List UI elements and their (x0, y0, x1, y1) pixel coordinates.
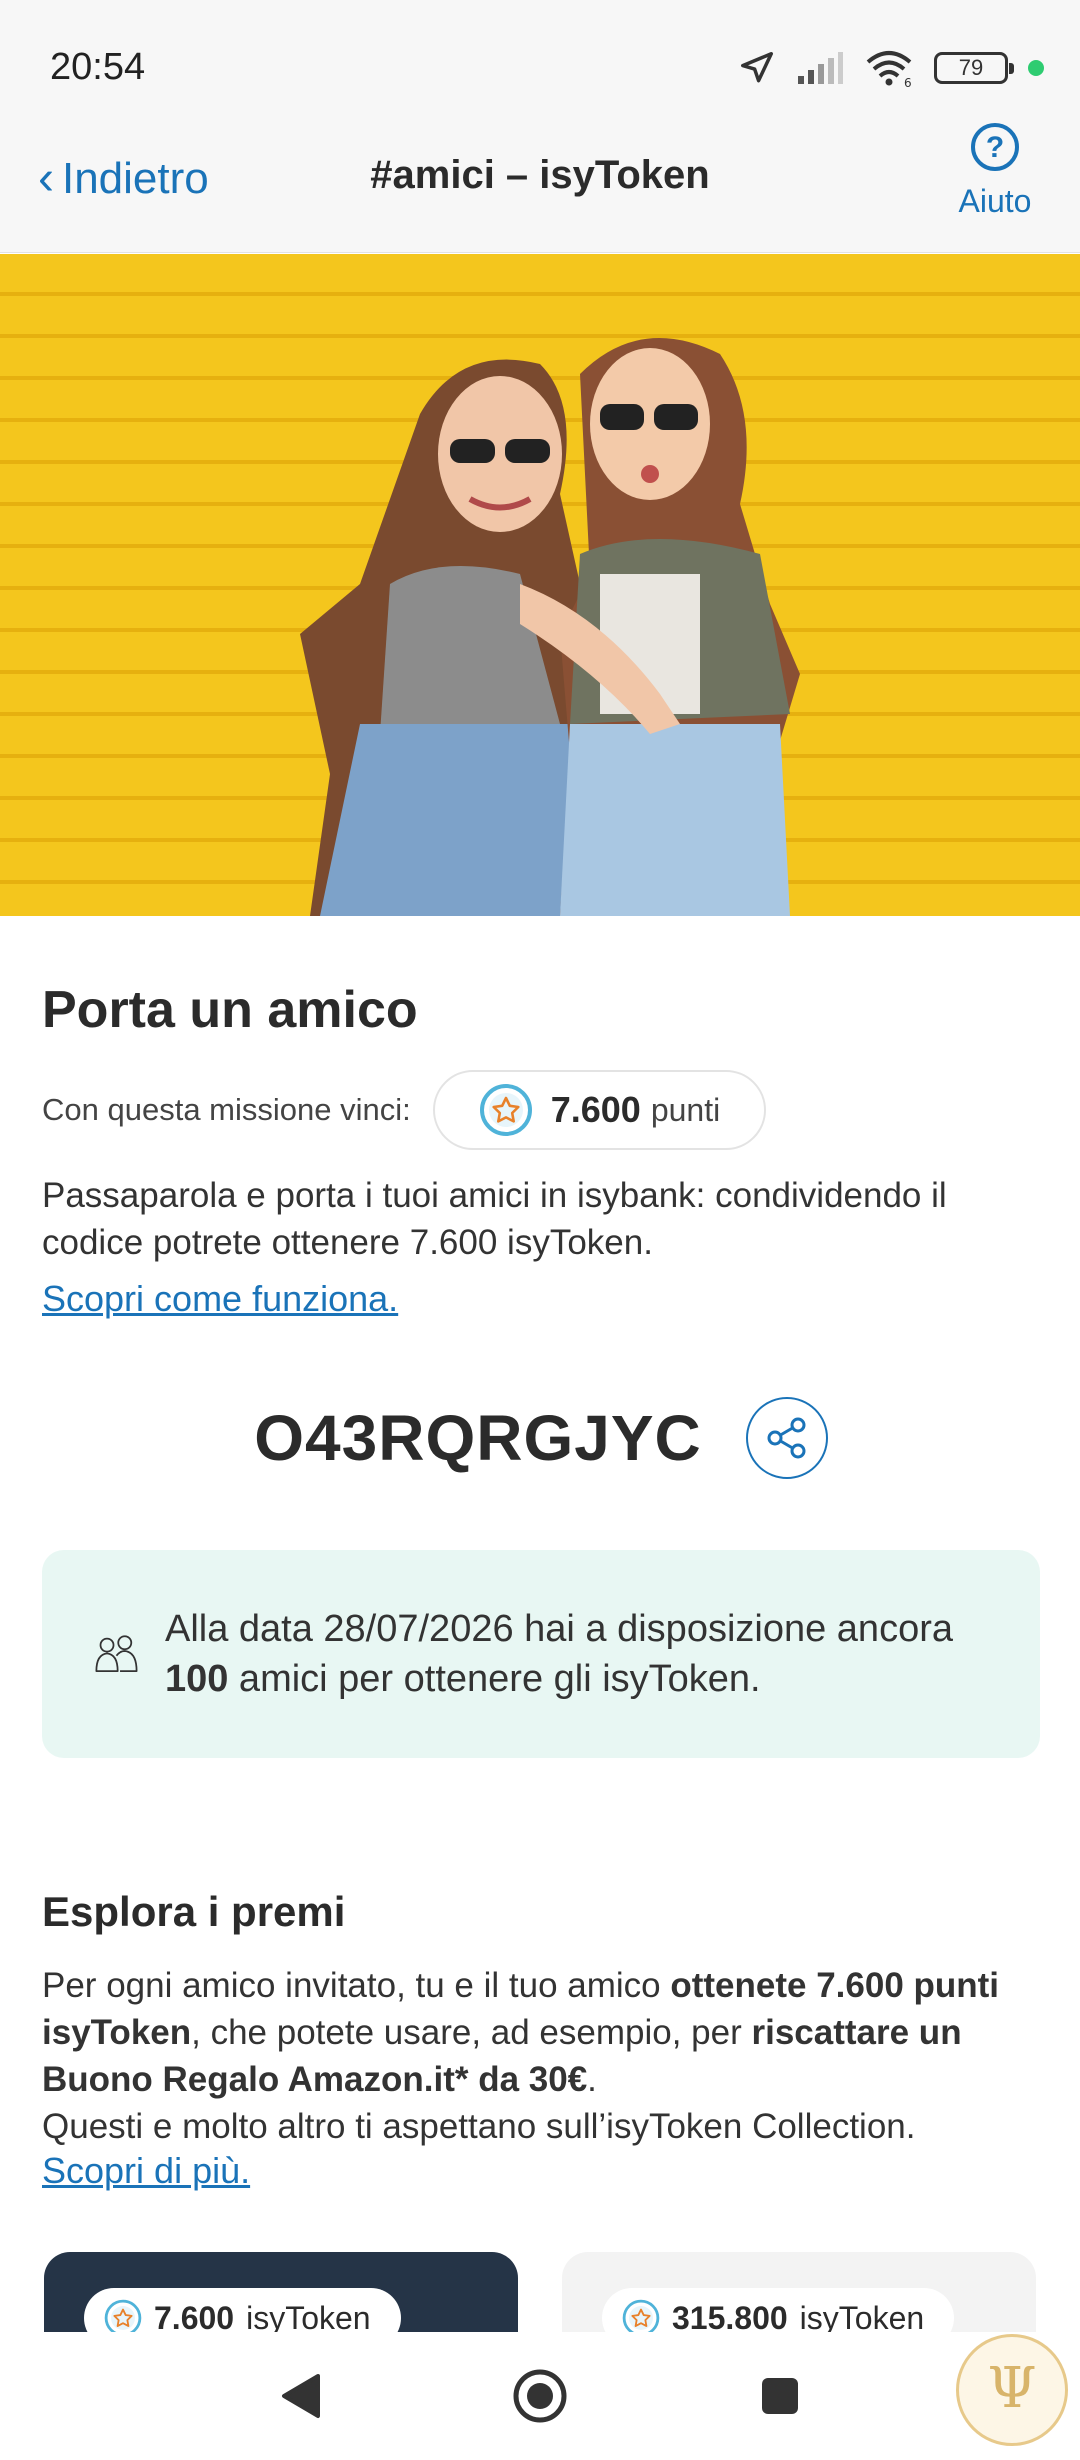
page-title: #amici – isyToken (370, 153, 710, 197)
system-nav-bar: Ψ (0, 2332, 1080, 2460)
signal-icon (798, 52, 843, 84)
share-icon (767, 1417, 806, 1459)
question-icon: ? (971, 123, 1019, 171)
friends-info-card: Alla data 28/07/2026 hai a disposizione … (42, 1550, 1040, 1758)
friends-photo-illustration (300, 338, 800, 916)
location-arrow-icon (741, 52, 773, 83)
battery-indicator: 79 (934, 52, 1014, 84)
rewards-description-block: Per ogni amico invitato, tu e il tuo ami… (42, 1962, 1040, 2192)
points-badge: 7.600 punti (432, 1070, 767, 1150)
referral-code-row: O43RQRGJYC (42, 1397, 1040, 1479)
share-button[interactable] (745, 1397, 828, 1479)
friends-icon (95, 1635, 138, 1673)
nav-recents-button[interactable] (720, 2332, 840, 2460)
status-icons: 6 79 (738, 46, 1044, 90)
privacy-dot (1028, 60, 1044, 76)
discover-more-link[interactable]: Scopri di più. (42, 2150, 250, 2191)
mission-heading: Porta un amico (42, 981, 418, 1039)
circle-home-icon (513, 2369, 567, 2423)
how-it-works-link[interactable]: Scopri come funziona. (42, 1278, 398, 1319)
status-bar: 20:54 6 79 (0, 0, 1080, 135)
isytoken-star-icon (479, 1084, 532, 1136)
psi-watermark-icon: Ψ (956, 2334, 1068, 2446)
points-unit: punti (650, 1091, 721, 1128)
help-label: Aiuto (958, 183, 1032, 219)
mission-reward-row: Con questa missione vinci: 7.600 punti (42, 1070, 1040, 1150)
hero-image (0, 254, 1080, 916)
nav-back-button[interactable] (240, 2332, 360, 2460)
status-time: 20:54 (50, 46, 146, 88)
wifi-icon: 6 (866, 51, 912, 88)
nav-bar: ‹ Indietro #amici – isyToken ? Aiuto (0, 123, 1080, 253)
svg-text:6: 6 (904, 76, 912, 88)
square-recents-icon (762, 2378, 798, 2414)
rewards-heading: Esplora i premi (42, 1888, 346, 1935)
points-value: 7.600 (550, 1089, 641, 1130)
referral-code: O43RQRGJYC (254, 1402, 702, 1474)
triangle-back-icon (282, 2374, 320, 2418)
mission-description-block: Passaparola e porta i tuoi amici in isyb… (42, 1172, 1040, 1320)
mission-section: Porta un amico (42, 980, 1040, 1040)
friends-info-text: Alla data 28/07/2026 hai a disposizione … (164, 1608, 953, 1700)
reward-label: Con questa missione vinci: (42, 1092, 411, 1127)
rewards-description: Per ogni amico invitato, tu e il tuo ami… (42, 1966, 1000, 2146)
nav-home-button[interactable] (480, 2332, 600, 2460)
help-button[interactable]: ? Aiuto (940, 123, 1050, 220)
mission-description: Passaparola e porta i tuoi amici in isyb… (42, 1176, 947, 1262)
rewards-section: Esplora i premi (42, 1888, 1040, 1936)
friends-remaining-count: 100 (164, 1658, 229, 1700)
